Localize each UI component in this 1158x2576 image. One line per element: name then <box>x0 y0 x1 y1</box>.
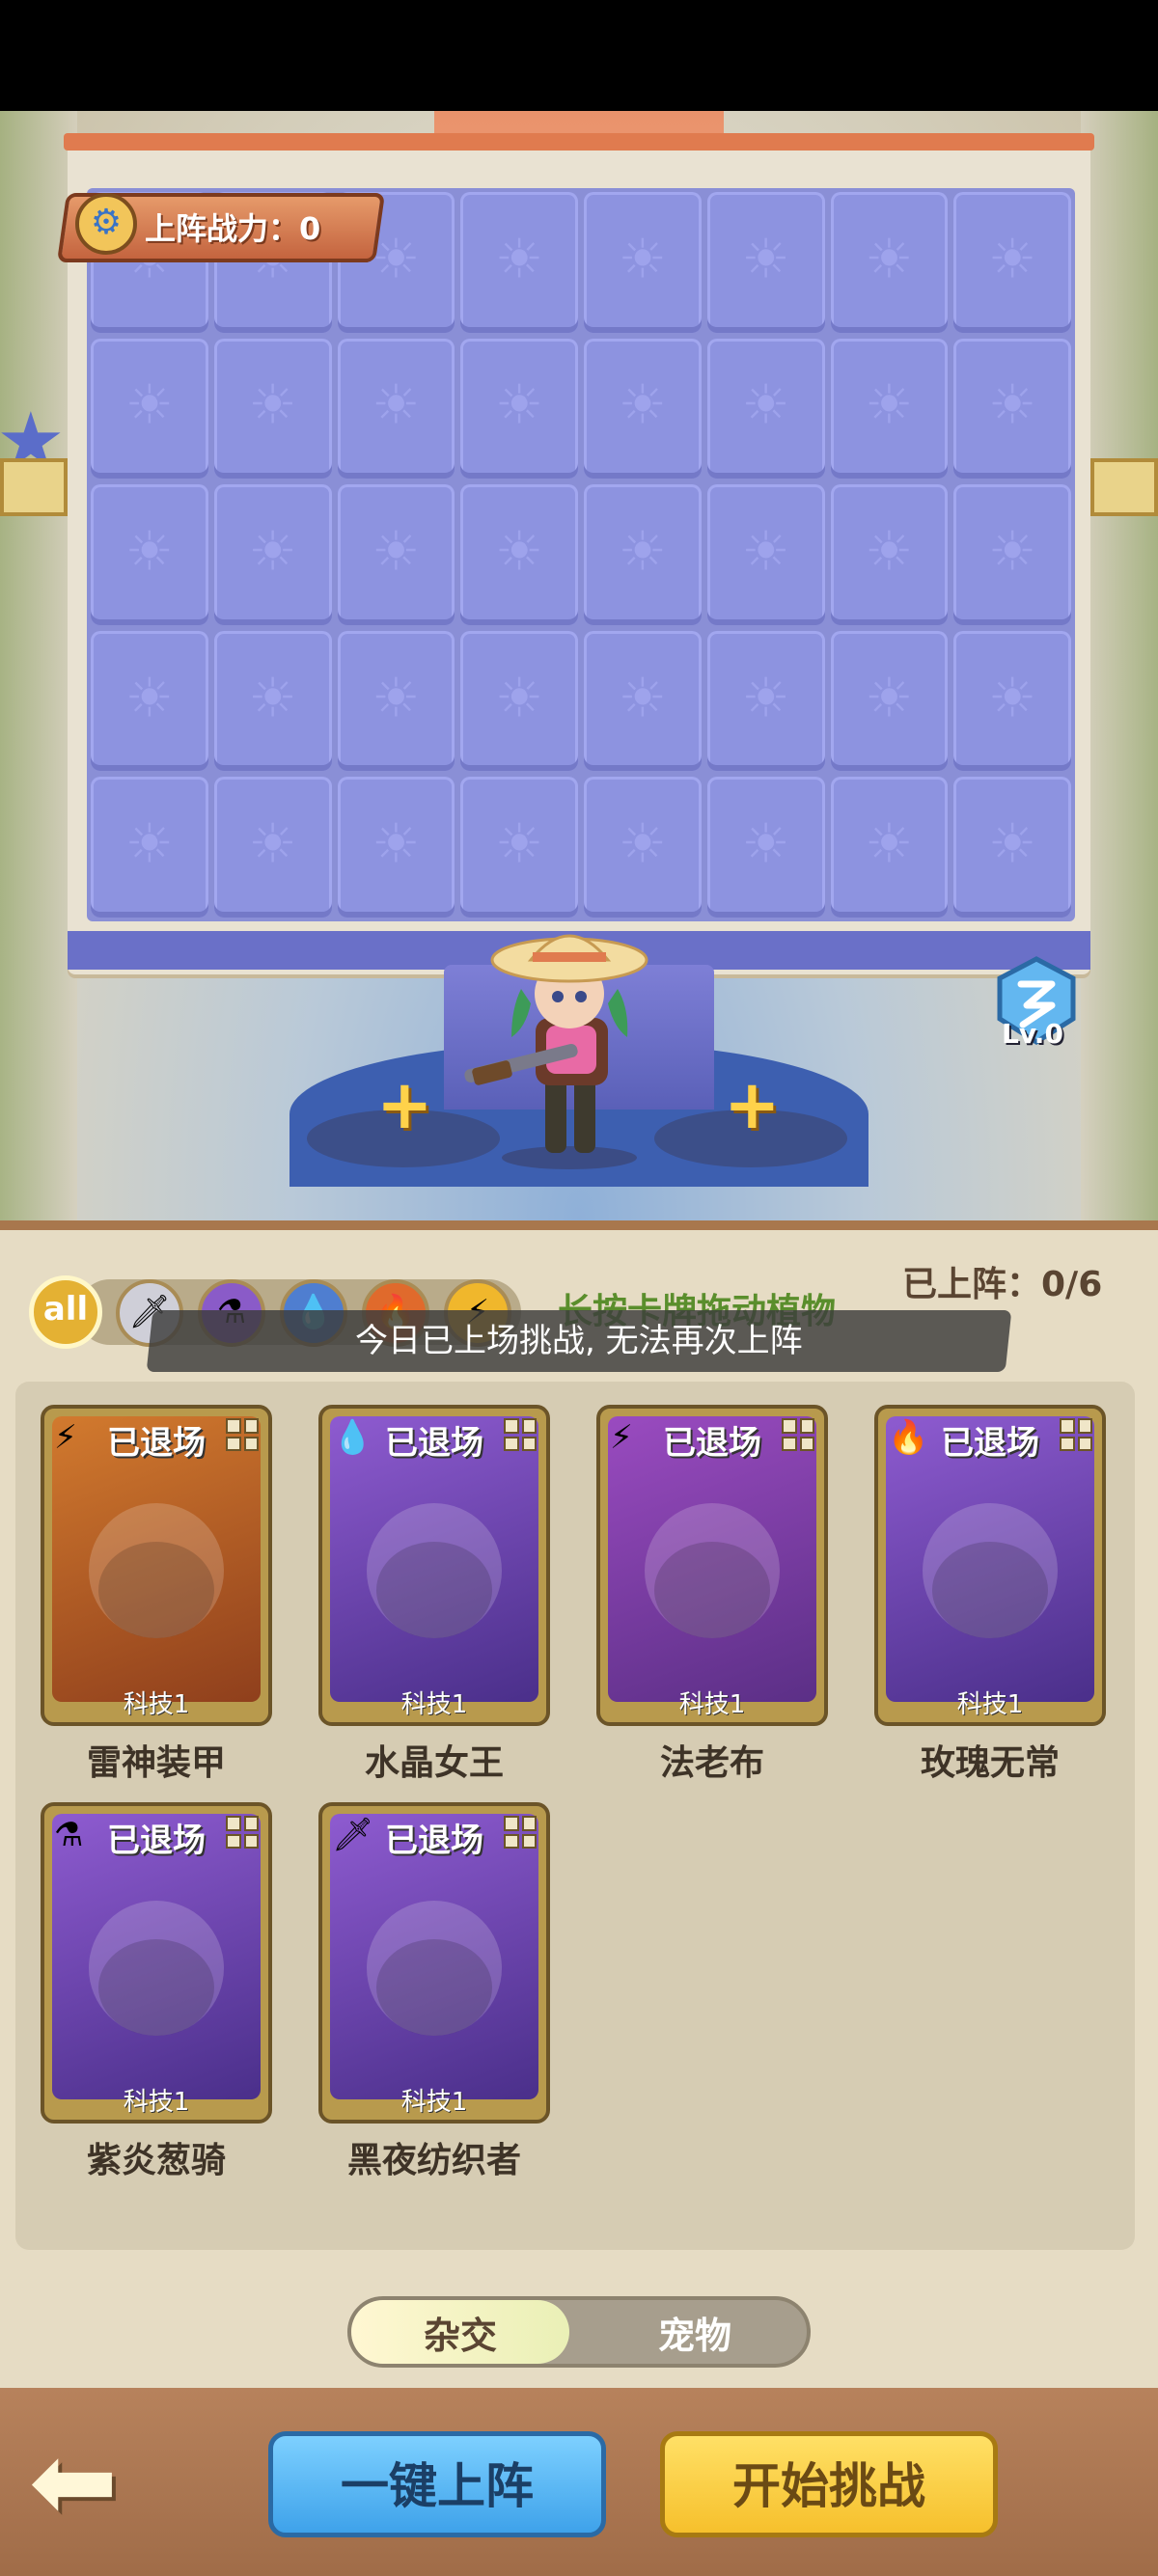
grid-cell[interactable] <box>460 777 578 918</box>
plant-card[interactable]: 💧 已退场 科技1 水晶女王 <box>318 1405 550 1783</box>
grid-cell[interactable] <box>460 484 578 625</box>
grid-cell[interactable] <box>706 484 825 625</box>
toast-message: 今日已上场挑战, 无法再次上阵 <box>146 1310 1012 1372</box>
grid-cell[interactable] <box>706 777 825 918</box>
card-status: 已退场 <box>941 1424 1039 1463</box>
grid-cell[interactable] <box>584 192 702 333</box>
grid-cell[interactable] <box>91 338 208 480</box>
grid-cell[interactable] <box>213 484 332 625</box>
card-tech-level: 科技1 <box>400 2088 468 2117</box>
grid-cell[interactable] <box>830 338 949 480</box>
card-status: 已退场 <box>107 1822 206 1860</box>
add-slot-left-icon[interactable]: + <box>376 1071 433 1138</box>
level-label: Lv.0 <box>1002 1018 1063 1050</box>
card-name: 水晶女王 <box>364 1743 504 1783</box>
stone-wall-right <box>1081 111 1158 1220</box>
grid-cell[interactable] <box>584 630 702 772</box>
grid-cell[interactable] <box>953 630 1071 772</box>
grid-cell[interactable] <box>337 777 455 918</box>
grid-cell[interactable] <box>213 630 332 772</box>
grid-cell[interactable] <box>706 630 825 772</box>
stone-wall-left <box>0 111 77 1220</box>
toggle-pet-label[interactable]: 宠物 <box>579 2306 811 2359</box>
start-challenge-button[interactable]: 开始挑战 <box>660 2431 998 2537</box>
auto-deploy-button[interactable]: 一键上阵 <box>268 2431 606 2537</box>
grid-cell[interactable] <box>584 338 702 480</box>
grid-cell[interactable] <box>460 338 578 480</box>
card-tech-level: 科技1 <box>123 2088 190 2117</box>
grid-cell[interactable] <box>830 484 949 625</box>
top-status-bar <box>0 0 1158 111</box>
toggle-hybrid-label[interactable]: 杂交 <box>351 2306 569 2359</box>
deployed-count: 已上阵：0/6 <box>902 1265 1103 1304</box>
grid-cell[interactable] <box>953 484 1071 625</box>
deploy-grid <box>87 188 1075 921</box>
grid-cell[interactable] <box>337 630 455 772</box>
card-tech-level: 科技1 <box>123 1690 190 1719</box>
grid-cell[interactable] <box>706 338 825 480</box>
grid-cell[interactable] <box>460 630 578 772</box>
grid-cell[interactable] <box>91 777 208 918</box>
grid-cell[interactable] <box>213 777 332 918</box>
filter-all-button[interactable]: all <box>29 1275 102 1349</box>
back-arrow-icon[interactable]: ⬅ <box>29 2428 164 2539</box>
card-status: 已退场 <box>385 1822 483 1860</box>
plant-card[interactable]: ⚗ 已退场 科技1 紫炎葱骑 <box>41 1802 272 2180</box>
power-label: 上阵战力：0 <box>145 210 321 247</box>
card-status: 已退场 <box>107 1424 206 1463</box>
grid-cell[interactable] <box>337 484 455 625</box>
card-tech-level: 科技1 <box>400 1690 468 1719</box>
plant-card[interactable]: 🗡 已退场 科技1 黑夜纺织者 <box>318 1802 550 2180</box>
card-status: 已退场 <box>663 1424 761 1463</box>
card-status: 已退场 <box>385 1424 483 1463</box>
grid-cell[interactable] <box>830 630 949 772</box>
grid-cell[interactable] <box>584 777 702 918</box>
plant-card[interactable]: 🔥 已退场 科技1 玫瑰无常 <box>874 1405 1106 1783</box>
plant-card[interactable]: ⚡ 已退场 科技1 雷神装甲 <box>41 1405 272 1783</box>
grid-cell[interactable] <box>584 484 702 625</box>
add-slot-right-icon[interactable]: + <box>724 1071 781 1138</box>
side-pillar-left <box>0 458 68 516</box>
card-tech-level: 科技1 <box>956 1690 1024 1719</box>
grid-cell[interactable] <box>953 338 1071 480</box>
side-pillar-right <box>1090 458 1158 516</box>
card-name: 黑夜纺织者 <box>346 2141 521 2180</box>
card-name: 法老布 <box>659 1743 764 1783</box>
grid-cell[interactable] <box>953 777 1071 918</box>
grid-cell[interactable] <box>460 192 578 333</box>
grid-cell[interactable] <box>91 630 208 772</box>
grid-cell[interactable] <box>213 338 332 480</box>
hero-character[interactable] <box>454 912 685 1172</box>
card-tech-level: 科技1 <box>678 1690 746 1719</box>
power-icon: ⚙ <box>75 193 137 255</box>
grid-cell[interactable] <box>91 484 208 625</box>
grid-cell[interactable] <box>953 192 1071 333</box>
grid-frame-top <box>64 133 1094 151</box>
card-name: 雷神装甲 <box>86 1743 226 1783</box>
card-name: 玫瑰无常 <box>920 1743 1060 1783</box>
plant-card[interactable]: ⚡ 已退场 科技1 法老布 <box>596 1405 828 1783</box>
grid-cell[interactable] <box>830 192 949 333</box>
grid-cell[interactable] <box>830 777 949 918</box>
grid-cell[interactable] <box>706 192 825 333</box>
card-name: 紫炎葱骑 <box>86 2141 226 2180</box>
grid-cell[interactable] <box>337 338 455 480</box>
